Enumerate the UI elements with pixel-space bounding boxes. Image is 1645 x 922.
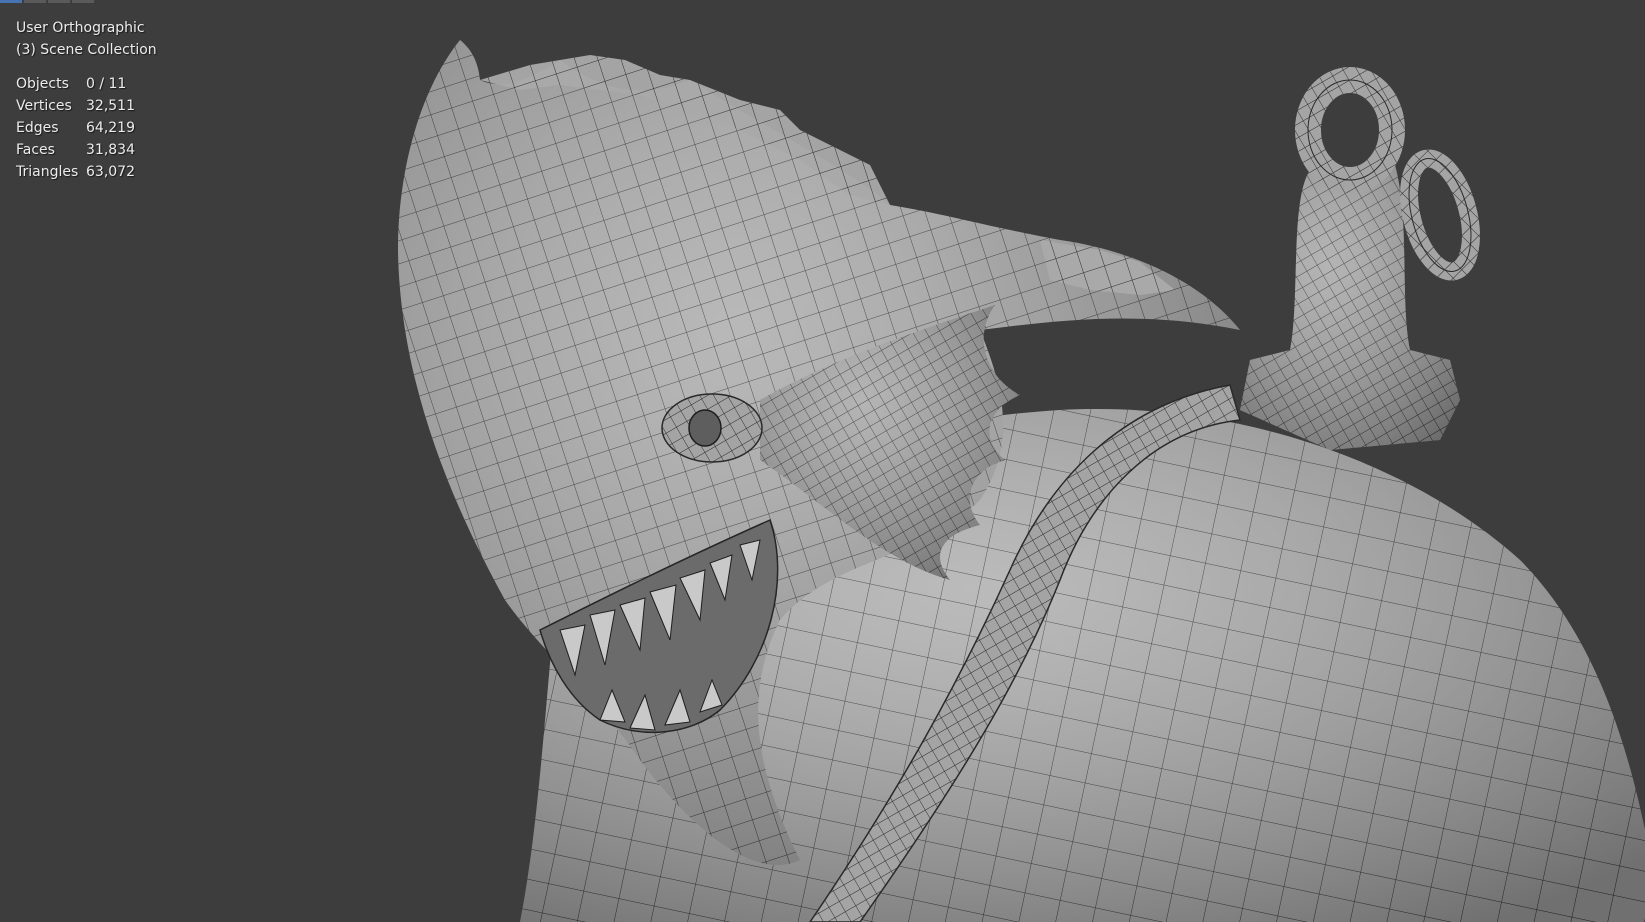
stat-row: Faces 31,834 xyxy=(16,139,157,161)
stat-label: Edges xyxy=(16,120,59,136)
view-name: User Orthographic xyxy=(16,20,145,36)
stopper-ring xyxy=(1400,149,1480,281)
collection-name: (3) Scene Collection xyxy=(16,42,157,58)
eye xyxy=(688,409,722,447)
stat-label: Vertices xyxy=(16,98,72,114)
stat-row: Triangles 63,072 xyxy=(16,161,157,183)
viewport-text-overlay: User Orthographic (3) Scene Collection O… xyxy=(16,17,157,183)
stat-row: Vertices 32,511 xyxy=(16,95,157,117)
stat-value: 64,219 xyxy=(86,120,135,136)
stat-value: 31,834 xyxy=(86,142,135,158)
stat-row: Objects 0 / 11 xyxy=(16,73,157,95)
stat-row: Edges 64,219 xyxy=(16,117,157,139)
stat-value: 63,072 xyxy=(86,164,135,180)
stat-value: 32,511 xyxy=(86,98,135,114)
stat-label: Objects xyxy=(16,76,69,92)
shark-creature-wireframe-model[interactable] xyxy=(0,0,1645,922)
stat-value: 0 / 11 xyxy=(86,76,127,92)
stat-label: Faces xyxy=(16,142,55,158)
stat-label: Triangles xyxy=(16,164,79,180)
3d-viewport[interactable]: User Orthographic (3) Scene Collection O… xyxy=(0,0,1645,922)
